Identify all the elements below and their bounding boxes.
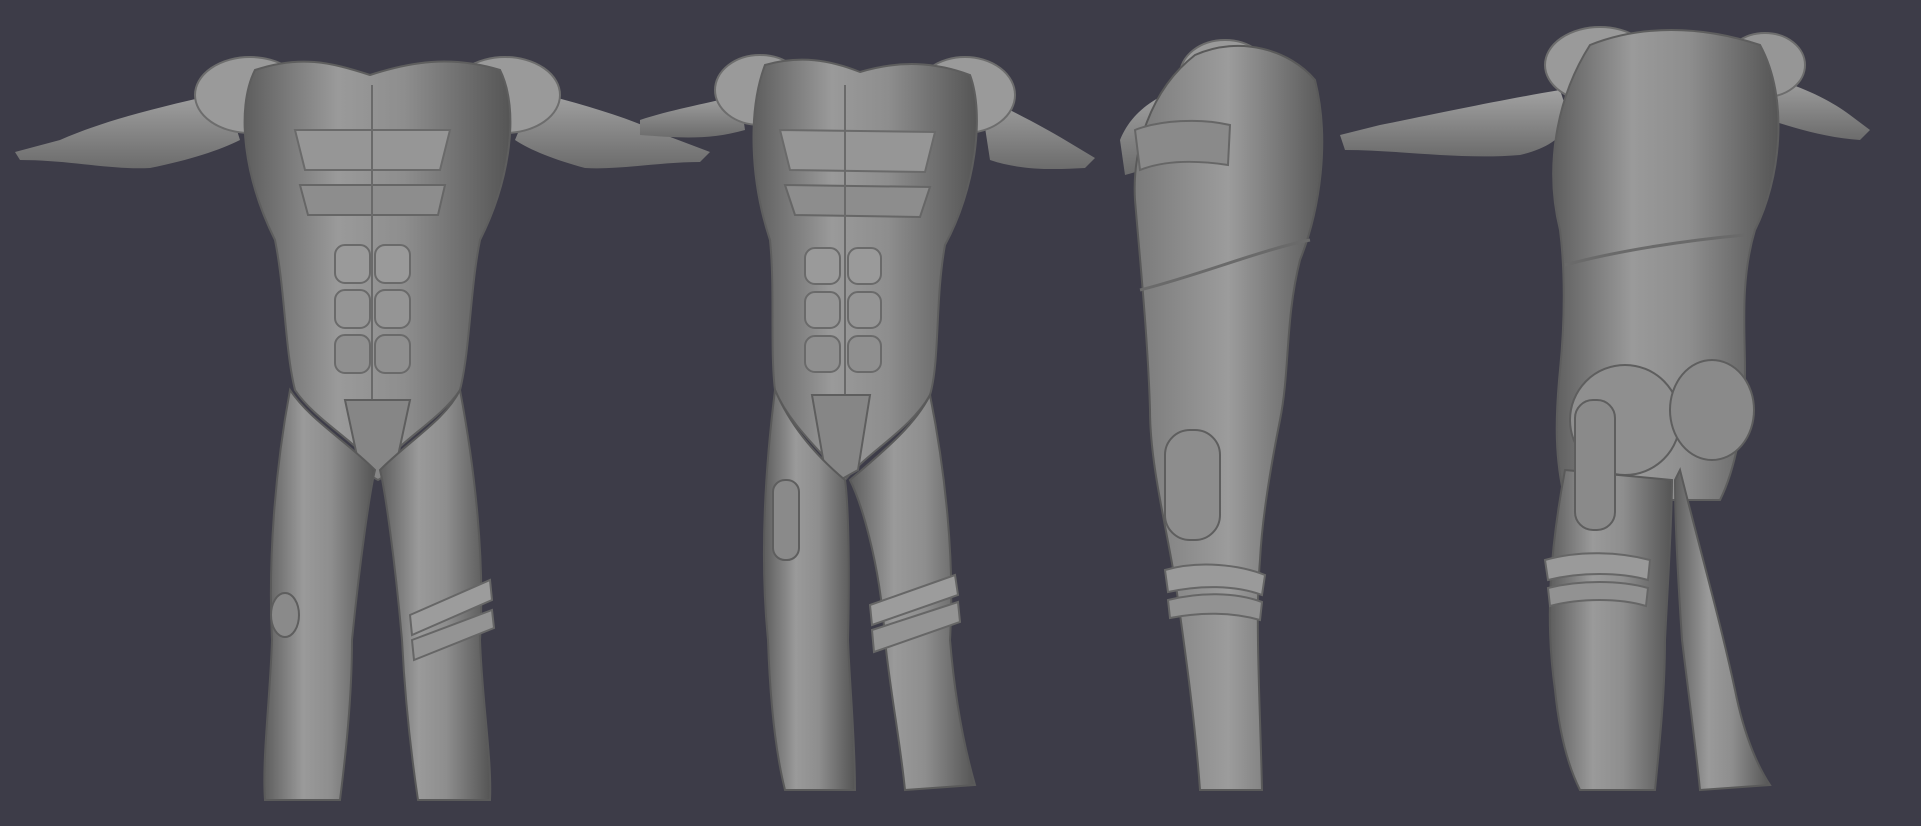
three-quarter-front-view [640,54,1095,792]
viewport [0,0,1921,826]
side-view [1120,39,1324,791]
back-view [1340,26,1870,792]
sculpt-render [15,26,1870,801]
front-view [15,56,710,801]
